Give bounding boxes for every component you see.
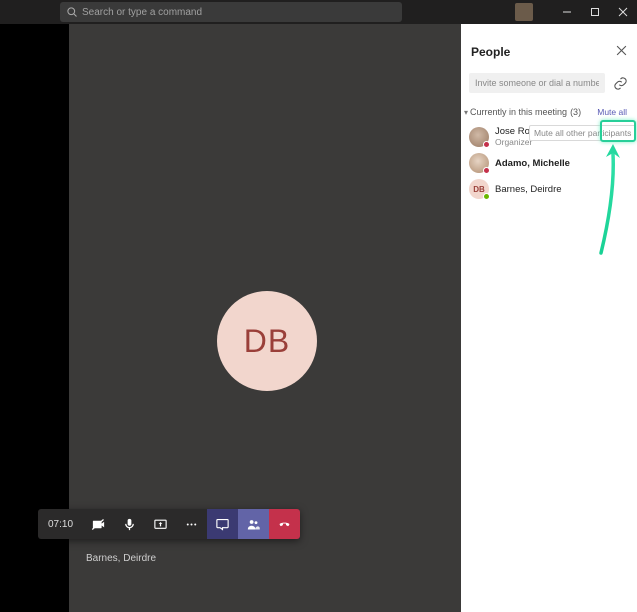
meeting-stage: DB 07:10 Bar: [69, 24, 461, 612]
people-button[interactable]: [238, 509, 269, 539]
people-panel: People ▾ Currently in this meeting (3) M…: [461, 24, 637, 612]
search-input[interactable]: [82, 2, 402, 22]
close-panel-button[interactable]: [616, 44, 627, 59]
search-bar[interactable]: [60, 2, 402, 22]
people-header: People: [461, 44, 637, 73]
invite-row: [461, 73, 637, 93]
section-count: (3): [570, 107, 581, 117]
presence-status: [483, 167, 490, 174]
mute-all-button[interactable]: Mute all: [593, 103, 631, 121]
more-actions-button[interactable]: [176, 509, 207, 539]
people-title: People: [471, 45, 510, 59]
invite-input[interactable]: [469, 73, 605, 93]
main-area: DB 07:10 Bar: [0, 24, 637, 612]
meeting-toolbar: 07:10: [38, 509, 300, 539]
section-label: Currently in this meeting: [470, 107, 567, 117]
section-header[interactable]: ▾ Currently in this meeting (3) Mute all: [461, 101, 637, 123]
camera-button[interactable]: [83, 509, 114, 539]
participant-texts: Adamo, Michelle: [495, 158, 570, 169]
close-button[interactable]: [609, 0, 637, 24]
maximize-button[interactable]: [581, 0, 609, 24]
mic-button[interactable]: [114, 509, 145, 539]
participant-name: Barnes, Deirdre: [495, 184, 562, 195]
participant-row[interactable]: Adamo, Michelle: [461, 150, 637, 176]
participant-name: Adamo, Michelle: [495, 158, 570, 169]
participant-texts: Barnes, Deirdre: [495, 184, 562, 195]
avatar: [469, 127, 489, 147]
stage-participant-name: Barnes, Deirdre: [86, 553, 156, 564]
minimize-button[interactable]: [553, 0, 581, 24]
avatar: DB: [469, 179, 489, 199]
presence-status: [483, 141, 490, 148]
title-bar: [0, 0, 637, 24]
presence-status: [483, 193, 490, 200]
chevron-down-icon: ▾: [464, 108, 468, 117]
call-timer: 07:10: [38, 519, 83, 530]
participant-row[interactable]: Jose RosarioOrganizerMute all other part…: [461, 123, 637, 150]
hangup-button[interactable]: [269, 509, 300, 539]
window-controls: [515, 0, 637, 24]
participant-row[interactable]: DB Barnes, Deirdre: [461, 176, 637, 202]
stage-avatar: DB: [217, 291, 317, 391]
user-tile[interactable]: [515, 3, 533, 21]
avatar: [469, 153, 489, 173]
search-icon: [66, 6, 78, 18]
copy-link-button[interactable]: [611, 74, 629, 92]
share-button[interactable]: [145, 509, 176, 539]
chat-button[interactable]: [207, 509, 238, 539]
participants-list: Jose RosarioOrganizerMute all other part…: [461, 123, 637, 202]
mute-tooltip: Mute all other participants: [529, 125, 636, 141]
